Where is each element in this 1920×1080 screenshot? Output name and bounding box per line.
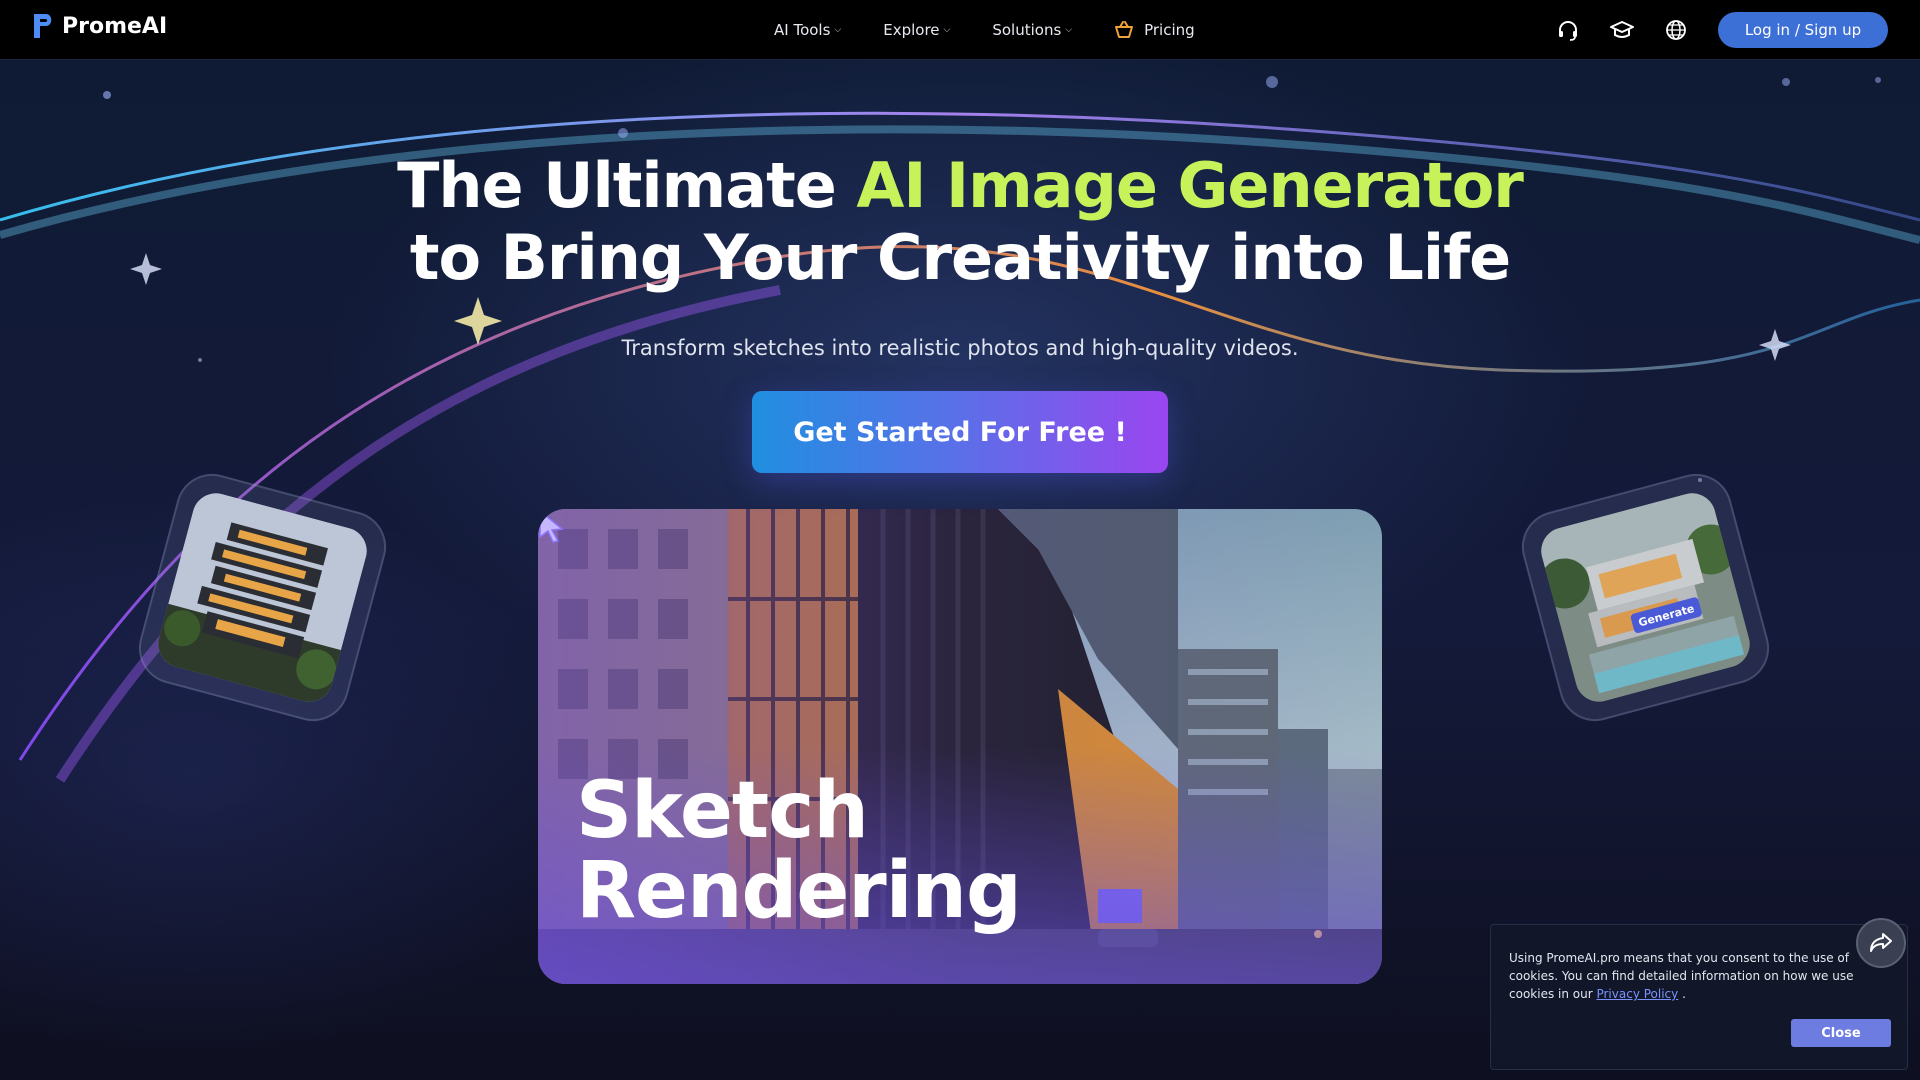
menu-ai-tools[interactable]: AI Tools ⌵ [774,21,841,39]
chevron-down-icon: ⌵ [943,25,951,35]
sketch-rendering-showcase: Sketch Rendering [538,509,1382,984]
caption-line-2: Rendering [576,846,1022,936]
privacy-policy-link[interactable]: Privacy Policy [1596,987,1678,1001]
cookie-message: Using PromeAI.pro means that you consent… [1509,949,1891,1003]
menu-pricing[interactable]: Pricing [1114,21,1195,39]
hero-headline: The Ultimate AI Image Generator to Bring… [0,150,1920,294]
menu-explore[interactable]: Explore ⌵ [883,21,950,39]
menu-label: Explore [883,21,940,39]
top-navbar: PromeAI AI Tools ⌵ Explore ⌵ Solutions ⌵… [0,0,1920,60]
basket-icon [1115,21,1134,38]
login-signup-button[interactable]: Log in / Sign up [1718,12,1888,48]
menu-solutions[interactable]: Solutions ⌵ [992,21,1072,39]
chevron-down-icon: ⌵ [1065,25,1073,35]
villa-image: Generate [1535,487,1756,708]
menu-label: Solutions [992,21,1062,39]
chevron-down-icon: ⌵ [834,25,842,35]
promeai-logo-icon [34,14,52,38]
headline-accent: AI Image Generator [856,149,1524,222]
cookie-close-button[interactable]: Close [1791,1019,1891,1047]
headline-line-2: to Bring Your Creativity into Life [409,221,1511,294]
pointer-cursor-icon [539,509,564,543]
cookie-text-end: . [1678,987,1686,1001]
share-icon [1870,933,1892,952]
cookie-banner: Using PromeAI.pro means that you consent… [1490,924,1908,1070]
headline-text: The Ultimate [397,149,857,222]
headline-line-1: The Ultimate AI Image Generator [0,150,1920,222]
card-caption: Sketch Rendering [576,766,1022,936]
main-menu: AI Tools ⌵ Explore ⌵ Solutions ⌵ Pricing [774,0,1195,60]
globe-icon[interactable] [1664,18,1688,42]
nav-icons [1556,18,1688,42]
logo[interactable]: PromeAI [30,10,167,42]
brand-name: PromeAI [62,13,168,39]
menu-label: AI Tools [774,21,831,39]
share-button[interactable] [1856,918,1906,968]
headset-icon[interactable] [1556,18,1580,42]
hero-subtitle: Transform sketches into realistic photos… [621,336,1299,360]
building-image [152,487,373,708]
graduation-cap-icon[interactable] [1610,18,1634,42]
caption-line-1: Sketch [576,766,869,856]
menu-label: Pricing [1144,21,1195,39]
get-started-button[interactable]: Get Started For Free ! [752,391,1168,473]
